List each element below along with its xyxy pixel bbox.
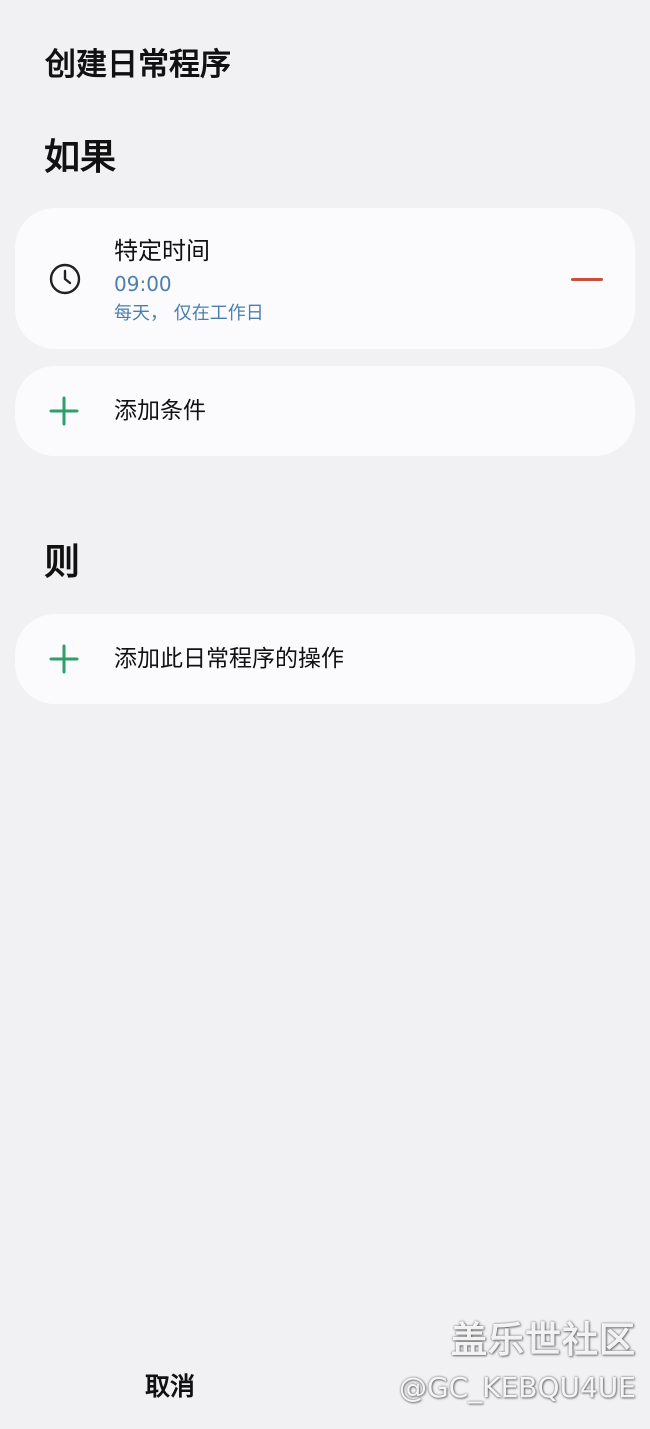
condition-days: 每天， 仅在工作日: [114, 303, 264, 324]
condition-time: 09:00: [114, 272, 172, 296]
add-action-button[interactable]: 添加此日常程序的操作: [15, 614, 635, 704]
clock-icon: [49, 263, 81, 295]
condition-title: 特定时间: [114, 237, 210, 265]
condition-card-specific-time[interactable]: 特定时间 09:00 每天， 仅在工作日: [15, 208, 635, 349]
watermark: 盖乐世社区 @GC_KEBQU4UE: [399, 1318, 636, 1408]
page-title: 创建日常程序: [45, 47, 231, 83]
watermark-user: @GC_KEBQU4UE: [398, 1371, 636, 1404]
minus-icon: [571, 278, 603, 281]
if-section-title: 如果: [44, 137, 117, 178]
watermark-brand: 盖乐世社区: [450, 1320, 636, 1361]
plus-icon: [49, 644, 79, 674]
add-action-label: 添加此日常程序的操作: [114, 646, 344, 672]
add-condition-button[interactable]: 添加条件: [15, 366, 635, 456]
cancel-button[interactable]: 取消: [110, 1362, 230, 1412]
plus-icon: [49, 396, 79, 426]
then-section-title: 则: [44, 542, 81, 583]
remove-condition-button[interactable]: [565, 260, 609, 300]
add-condition-label: 添加条件: [114, 398, 206, 424]
